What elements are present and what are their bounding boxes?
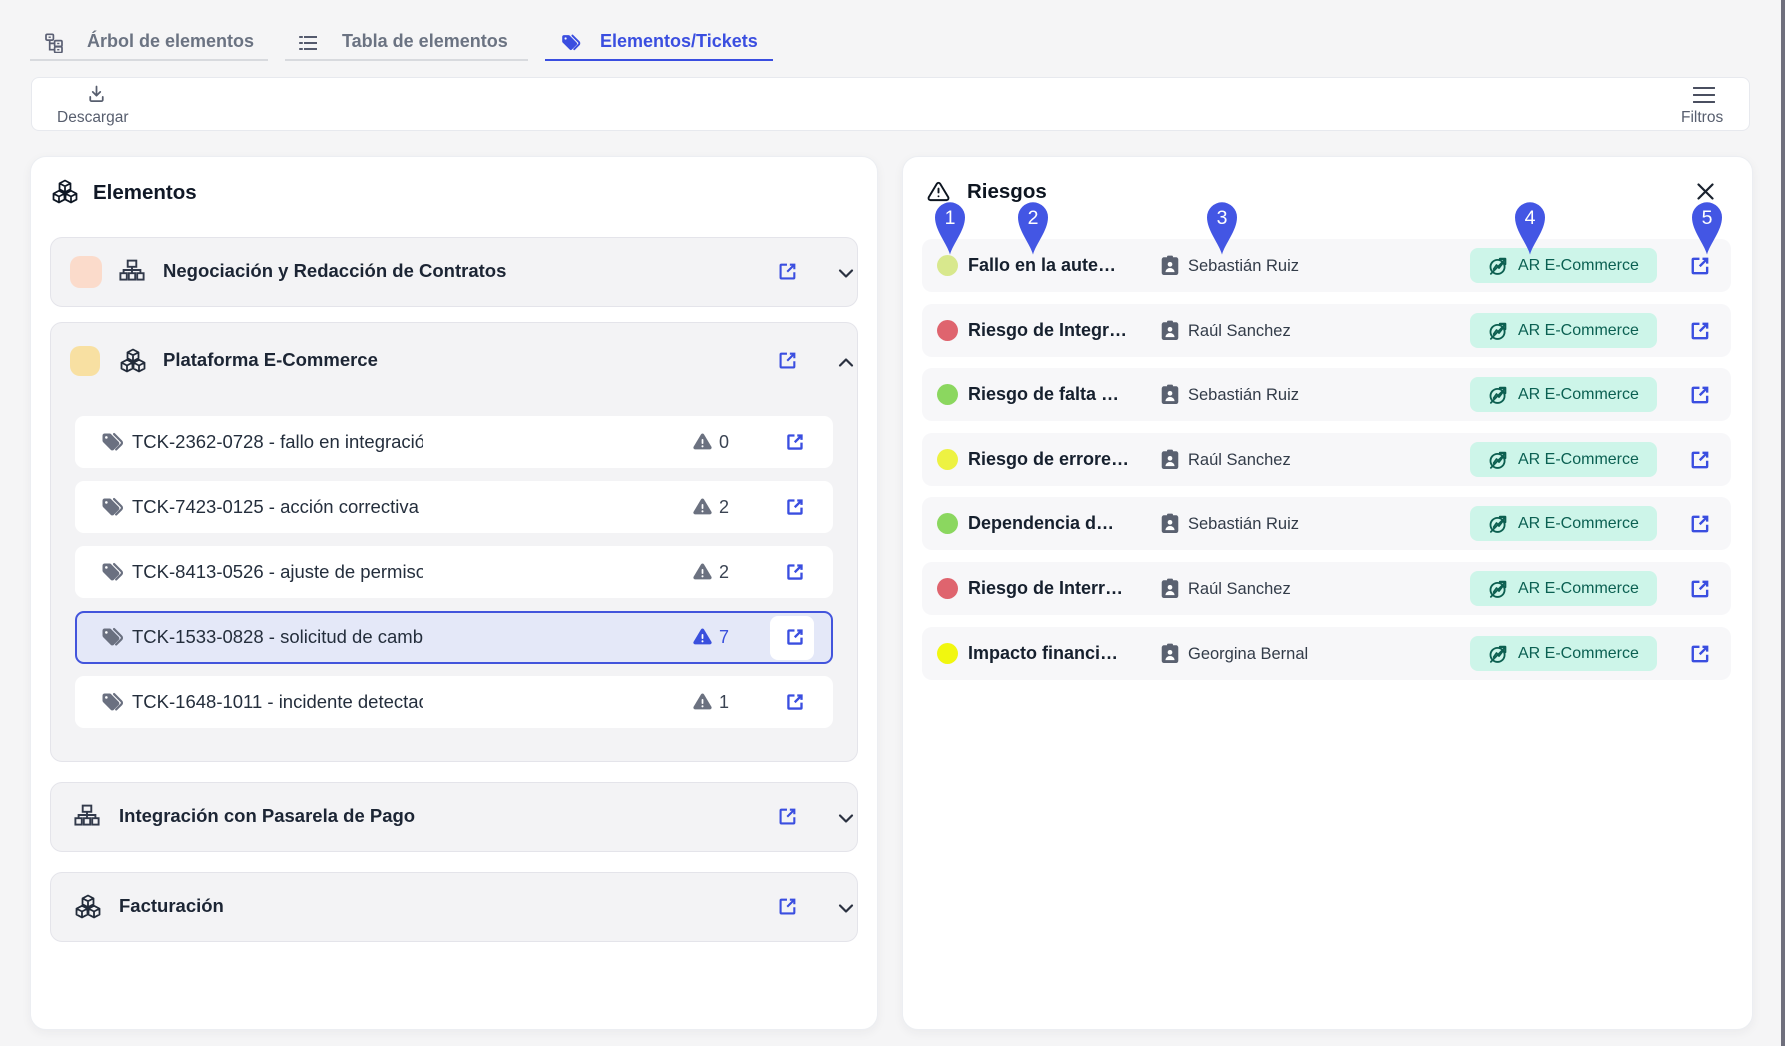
svg-text:2: 2 [1028, 207, 1039, 229]
svg-text:1: 1 [945, 207, 956, 229]
svg-text:4: 4 [1525, 207, 1536, 229]
svg-text:5: 5 [1702, 207, 1713, 229]
svg-text:3: 3 [1217, 207, 1228, 229]
